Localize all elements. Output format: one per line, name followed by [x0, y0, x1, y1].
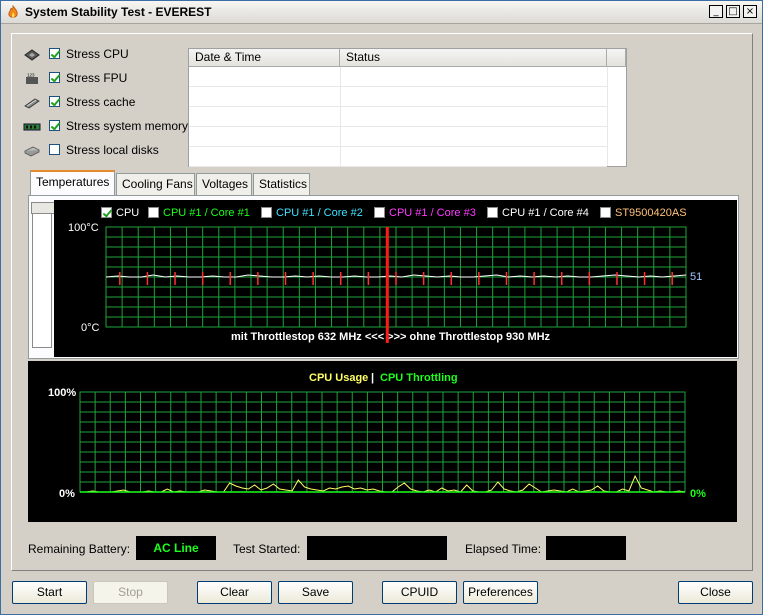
legend-separator: | — [371, 372, 374, 384]
stress-cache-checkbox[interactable] — [49, 96, 60, 107]
battery-label: Remaining Battery: — [28, 542, 131, 556]
column-header-date-time[interactable]: Date & Time — [189, 49, 340, 67]
legend-cpu-throttling: CPU Throttling — [380, 372, 458, 384]
temperature-chart: CPU CPU #1 / Core #1 CPU #1 / Core #2 CP… — [54, 200, 737, 357]
y-max-label: 100% — [48, 387, 76, 399]
test-started-label: Test Started: — [233, 542, 301, 556]
fpu-icon: 123 — [26, 73, 38, 84]
disk-icon — [24, 146, 40, 157]
title-bar[interactable]: System Stability Test - EVEREST _ □ × — [1, 1, 762, 24]
tab-statistics[interactable]: Statistics — [253, 173, 310, 195]
close-button[interactable]: Close — [678, 581, 753, 604]
table-row[interactable] — [189, 107, 607, 127]
tab-cooling-fans[interactable]: Cooling Fans — [116, 173, 195, 195]
legend-cpu-usage: CPU Usage — [309, 372, 368, 384]
tab-temperatures[interactable]: Temperatures — [30, 170, 115, 196]
vertical-slider[interactable] — [31, 202, 55, 348]
preferences-button[interactable]: Preferences — [463, 581, 538, 604]
battery-field: AC Line — [136, 536, 216, 560]
log-table[interactable]: Date & Time Status — [188, 48, 627, 167]
start-button[interactable]: Start — [12, 581, 87, 604]
battery-value: AC Line — [153, 541, 199, 555]
stress-memory-checkbox[interactable] — [49, 120, 60, 131]
cpu-chip-icon — [24, 49, 40, 61]
stress-cpu-checkbox[interactable] — [49, 48, 60, 59]
stress-memory-label: Stress system memory — [66, 119, 189, 133]
stop-button[interactable]: Stop — [93, 581, 168, 604]
stress-cache-label: Stress cache — [66, 95, 136, 109]
clear-button[interactable]: Clear — [197, 581, 272, 604]
throttle-annotation: mit Throttlestop 632 MHz <<< >>> ohne Th… — [231, 331, 551, 343]
cpu-usage-plot: CPU Usage | CPU Throttling 100% 0% 0% — [48, 372, 706, 500]
stress-disks-checkbox[interactable] — [49, 144, 60, 155]
save-button[interactable]: Save — [278, 581, 353, 604]
stress-fpu-label: Stress FPU — [66, 71, 128, 85]
current-temp-value: 51 — [690, 271, 702, 283]
stress-disks-label: Stress local disks — [66, 143, 159, 157]
test-started-field — [307, 536, 447, 560]
column-divider — [607, 67, 608, 166]
cpuid-button[interactable]: CPUID — [382, 581, 457, 604]
table-row[interactable] — [189, 87, 607, 107]
table-row[interactable] — [189, 67, 607, 87]
elapsed-time-field — [546, 536, 626, 560]
flame-icon — [8, 5, 18, 18]
memory-icon — [23, 123, 41, 131]
cpu-usage-chart: CPU Usage | CPU Throttling 100% 0% 0% — [28, 361, 737, 522]
elapsed-time-label: Elapsed Time: — [465, 542, 542, 556]
minimize-button[interactable]: _ — [709, 5, 723, 18]
y-max-label: 100°C — [68, 222, 99, 234]
y-min-label: 0°C — [81, 322, 100, 334]
stability-test-window: System Stability Test - EVEREST _ □ × St… — [0, 0, 763, 615]
y-min-label: 0% — [59, 488, 75, 500]
slider-thumb[interactable] — [31, 202, 55, 214]
close-window-button[interactable]: × — [743, 5, 757, 18]
maximize-button[interactable]: □ — [726, 5, 740, 18]
svg-text:123: 123 — [27, 73, 35, 78]
tab-voltages[interactable]: Voltages — [196, 173, 252, 195]
current-usage-value: 0% — [690, 488, 706, 500]
window-title: System Stability Test - EVEREST — [25, 5, 212, 19]
temperature-plot: 100°C 0°C 51 mit Throttlestop 632 MHz <<… — [68, 222, 702, 343]
cache-icon — [24, 98, 40, 109]
stress-fpu-checkbox[interactable] — [49, 72, 60, 83]
column-header-status[interactable]: Status — [340, 49, 607, 67]
column-header-filler — [607, 49, 626, 67]
table-row[interactable] — [189, 127, 607, 147]
table-row[interactable] — [189, 147, 607, 167]
stress-cpu-label: Stress CPU — [66, 47, 129, 61]
